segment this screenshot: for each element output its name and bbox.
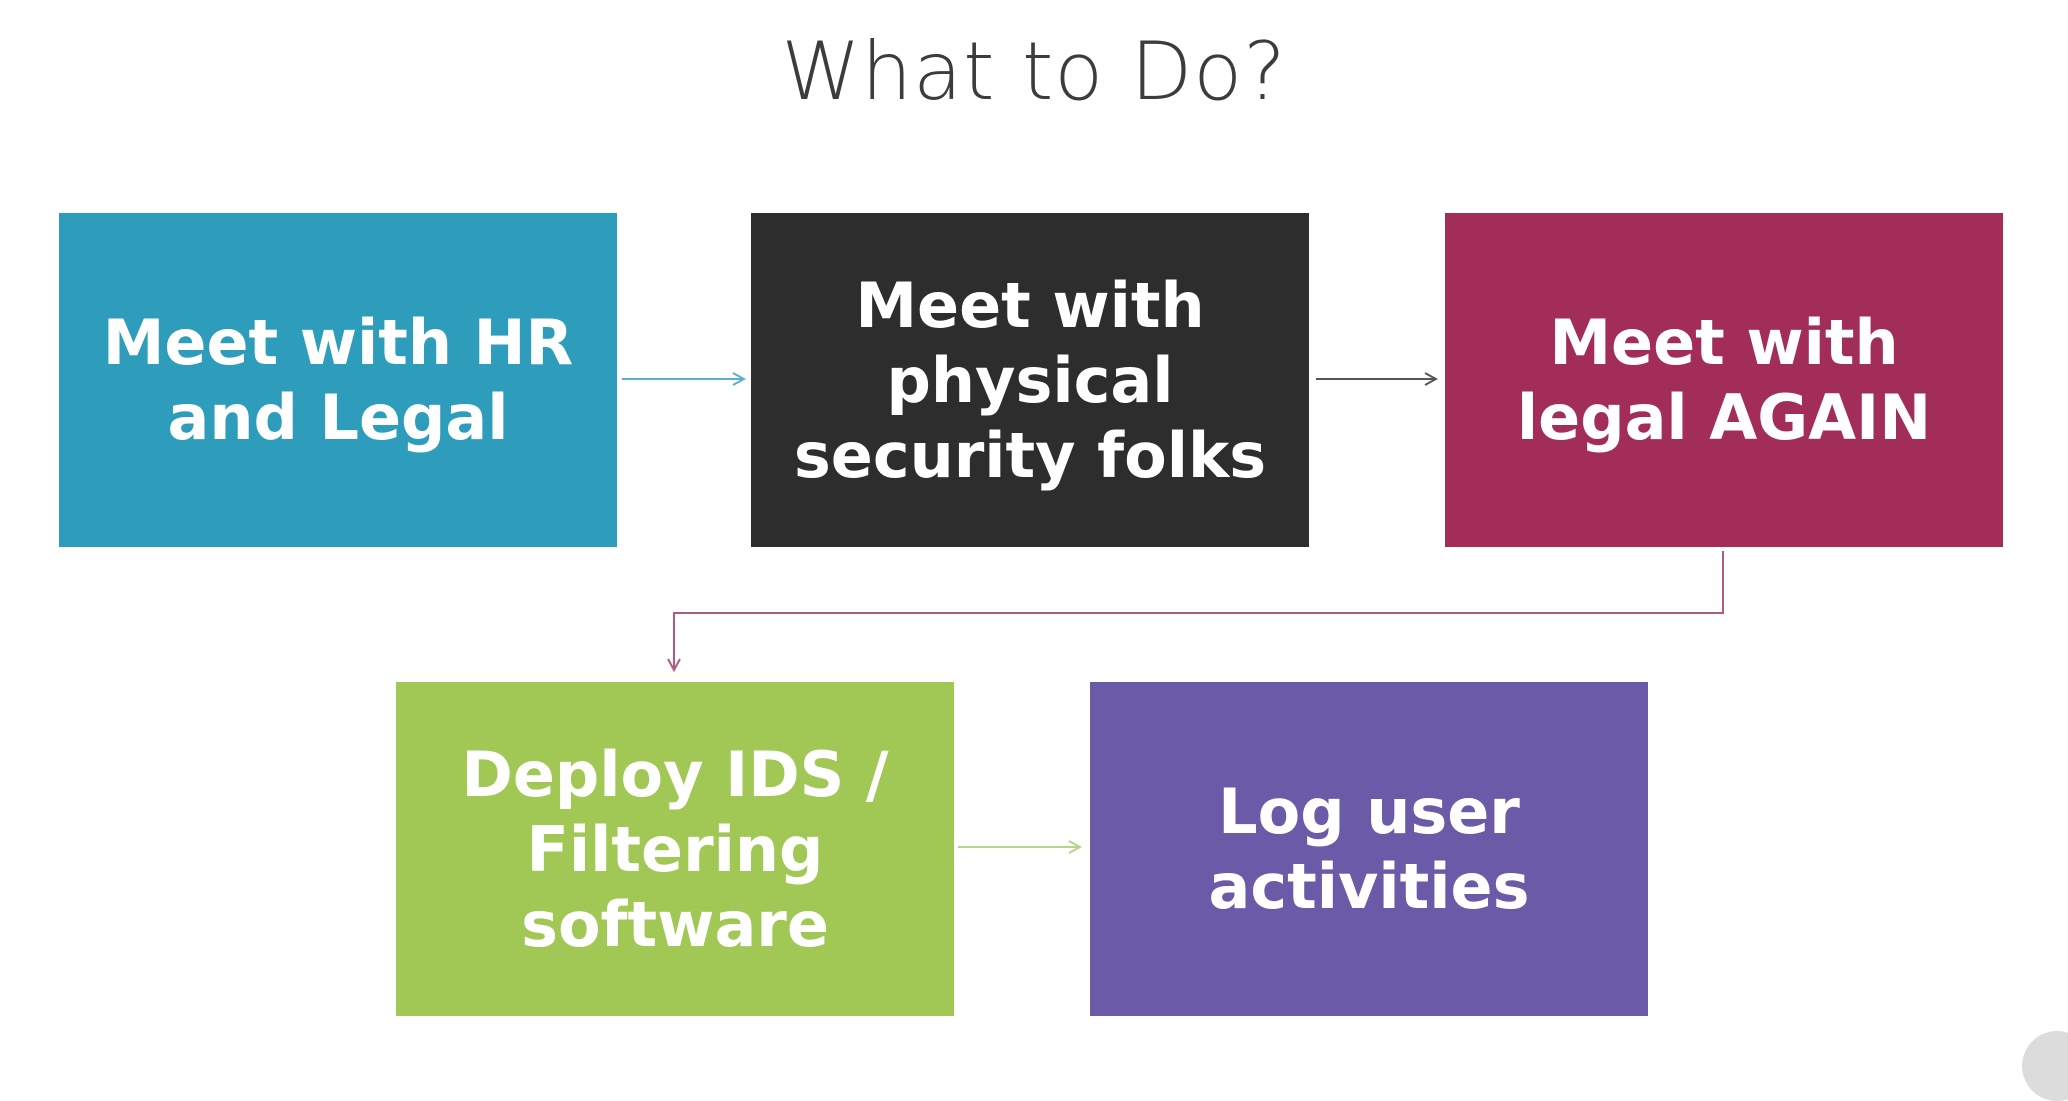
step-meet-legal-again: Meet with legal AGAIN	[1445, 213, 2003, 547]
step-meet-hr-legal-label: Meet with HR and Legal	[102, 306, 574, 454]
step-meet-legal-again-label: Meet with legal AGAIN	[1516, 306, 1932, 454]
step-log-user-activities-label: Log user activities	[1208, 775, 1530, 923]
step-deploy-ids-filtering: Deploy IDS / Filtering software	[396, 682, 954, 1016]
step-meet-physical-security-label: Meet with physical security folks	[793, 268, 1267, 492]
arrow-step3-to-step4	[674, 551, 1724, 670]
step-meet-hr-legal: Meet with HR and Legal	[59, 213, 617, 547]
step-meet-physical-security: Meet with physical security folks	[751, 213, 1309, 547]
step-log-user-activities: Log user activities	[1090, 682, 1648, 1016]
step-deploy-ids-filtering-label: Deploy IDS / Filtering software	[461, 737, 889, 961]
